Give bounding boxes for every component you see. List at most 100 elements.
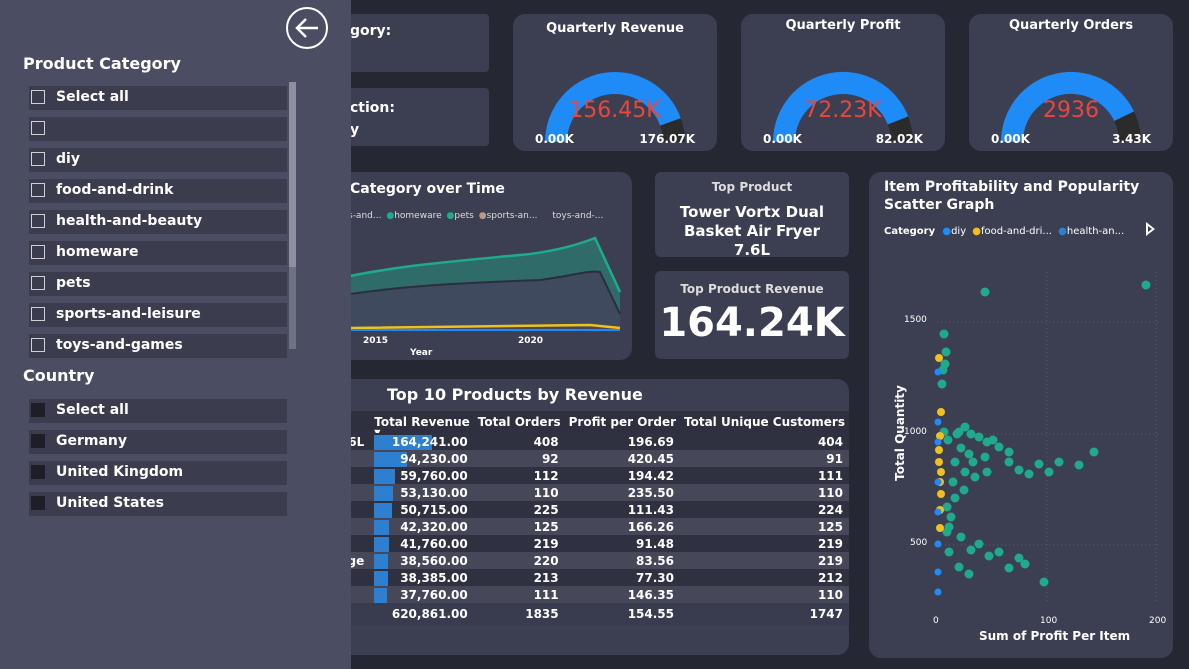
option-label: health-and-beauty	[56, 213, 203, 229]
table-row[interactable]: er 7.6L164,241.00408196.69404	[300, 433, 849, 450]
category-option[interactable]: diy	[29, 148, 287, 172]
revenue-bar	[374, 503, 393, 518]
scatter-point	[960, 422, 970, 432]
table-row[interactable]: 94,230.00 92 420.45 91	[300, 450, 849, 467]
scatter-point	[935, 458, 943, 466]
checkbox-icon[interactable]	[31, 90, 45, 104]
scatter-point	[950, 457, 960, 467]
col-unique-customers[interactable]: Total Unique Customers	[680, 411, 849, 433]
checkbox-icon[interactable]	[31, 496, 45, 510]
option-label: United States	[56, 495, 164, 511]
country-option[interactable]: United Kingdom	[29, 461, 287, 485]
category-filter-label: gory:	[350, 23, 392, 39]
scatter-point	[1054, 457, 1064, 467]
scatter-point	[968, 457, 978, 467]
checkbox-icon[interactable]	[31, 121, 45, 135]
gauge-min: 0.00K	[991, 132, 1030, 146]
scatter-point	[1014, 465, 1024, 475]
ppo-cell: 77.30	[564, 569, 680, 586]
x-axis-label: Sum of Profit Per Item	[979, 629, 1131, 643]
revenue-bar	[374, 571, 389, 586]
gauge-card-orders: Quarterly Orders 2936 0.00K 3.43K	[969, 14, 1173, 151]
revenue-bar	[374, 486, 394, 501]
category-option[interactable]: Select all	[29, 86, 287, 110]
category-option[interactable]: homeware	[29, 241, 287, 265]
country-option[interactable]: Germany	[29, 430, 287, 454]
col-total-orders[interactable]: Total Orders	[473, 411, 565, 433]
top-revenue-value: 164.24K	[659, 300, 845, 346]
gauge-card-revenue: Quarterly Revenue 156.45K 0.00K 176.07K	[513, 14, 717, 151]
checkbox-icon[interactable]	[31, 276, 45, 290]
table-row[interactable]: torage38,560.0022083.56219	[300, 552, 849, 569]
table-row[interactable]: 38,385.00 213 77.30 212	[300, 569, 849, 586]
top-product-card: Top Product Tower Vortx Dual Basket Air …	[655, 172, 849, 259]
ppo-cell: 235.50	[564, 484, 680, 501]
back-button[interactable]	[286, 7, 328, 49]
scatter-point	[1004, 447, 1014, 457]
ppo-cell: 166.26	[564, 518, 680, 535]
scatter-point	[980, 287, 990, 297]
table-row[interactable]: 59,760.00 112 194.42 111	[300, 467, 849, 484]
table-row[interactable]: 50,715.00 225 111.43 224	[300, 501, 849, 518]
category-option[interactable]: pets	[29, 272, 287, 296]
col-profit-per-order[interactable]: Profit per Order	[564, 411, 680, 433]
checkbox-icon[interactable]	[31, 307, 45, 321]
scatter-point	[936, 524, 944, 532]
scatter-point	[934, 568, 942, 576]
table-row[interactable]: 37,760.00 111 146.35 110	[300, 586, 849, 603]
table-row[interactable]: 53,130.00 110 235.50 110	[300, 484, 849, 501]
category-option[interactable]: health-and-beauty	[29, 210, 287, 234]
country-option[interactable]: United States	[29, 492, 287, 516]
x-axis-label: Year	[410, 348, 433, 358]
ppo-cell: 194.42	[564, 467, 680, 484]
col-total-revenue[interactable]: Total Revenue ▼	[370, 411, 474, 437]
checkbox-icon[interactable]	[31, 183, 45, 197]
orders-cell: 92	[473, 450, 565, 467]
category-option[interactable]	[29, 117, 287, 141]
orders-cell: 408	[473, 433, 565, 450]
y-tick: 1000	[904, 427, 927, 437]
checkbox-icon[interactable]	[31, 338, 45, 352]
revenue-cell: 41,760.00	[370, 535, 474, 552]
option-label: Select all	[56, 402, 129, 418]
scatter-point	[935, 446, 943, 454]
category-option[interactable]: food-and-drink	[29, 179, 287, 203]
checkbox-icon[interactable]	[31, 403, 45, 417]
checkbox-icon[interactable]	[31, 434, 45, 448]
scatter-point	[934, 368, 942, 376]
scatter-point	[1034, 459, 1044, 469]
y-tick: 500	[910, 538, 928, 548]
checkbox-icon[interactable]	[31, 245, 45, 259]
ppo-cell: 196.69	[564, 433, 680, 450]
table-row[interactable]: 42,320.00 125 166.26 125	[300, 518, 849, 535]
scatter-point	[956, 532, 966, 542]
revenue-cell: 38,560.00	[370, 552, 474, 569]
orders-cell: 225	[473, 501, 565, 518]
scatter-point	[934, 540, 942, 548]
scatter-point	[956, 443, 966, 453]
revenue-cell: 38,385.00	[370, 569, 474, 586]
ppo-cell: 420.45	[564, 450, 680, 467]
option-label: Germany	[56, 433, 128, 449]
country-option[interactable]: Select all	[29, 399, 287, 423]
option-label: Select all	[56, 89, 129, 105]
category-scrollbar-thumb[interactable]	[289, 82, 296, 267]
gauge-title: Quarterly Revenue	[546, 21, 684, 36]
checkbox-icon[interactable]	[31, 465, 45, 479]
scatter-point	[937, 490, 945, 498]
scatter-card: Item Profitability and Popularity Scatte…	[869, 172, 1173, 658]
scatter-point	[934, 588, 942, 596]
top-revenue-label: Top Product Revenue	[680, 282, 824, 296]
checkbox-icon[interactable]	[31, 214, 45, 228]
scatter-point	[970, 472, 980, 482]
scatter-point	[974, 539, 984, 549]
scatter-point	[937, 468, 945, 476]
ppo-cell: 83.56	[564, 552, 680, 569]
customers-cell: 212	[680, 569, 849, 586]
x-tick-2020: 2020	[518, 336, 544, 346]
table-row[interactable]: 41,760.00 219 91.48 219	[300, 535, 849, 552]
gauge-value: 2936	[1043, 98, 1099, 123]
category-option[interactable]: sports-and-leisure	[29, 303, 287, 327]
category-option[interactable]: toys-and-games	[29, 334, 287, 358]
checkbox-icon[interactable]	[31, 152, 45, 166]
